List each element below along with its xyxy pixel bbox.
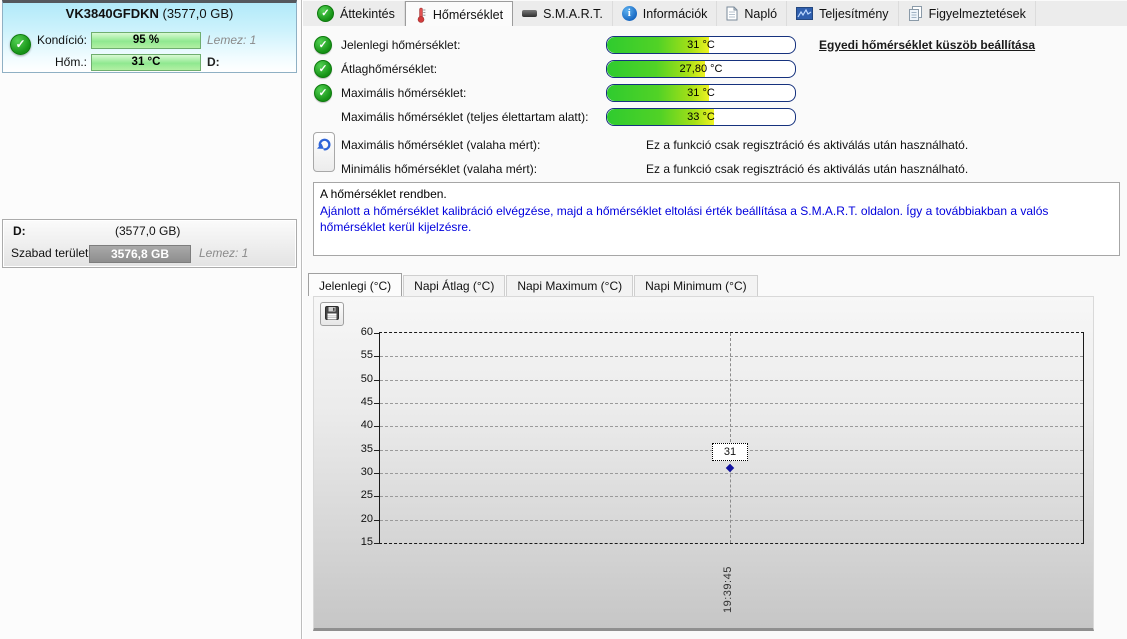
gridline xyxy=(380,380,1083,381)
tab-attekintes[interactable]: ✓ Áttekintés xyxy=(308,1,405,26)
sample-time-gridline xyxy=(730,333,731,543)
y-tick-label: 55 xyxy=(349,349,379,361)
hard-disk-sentinel-window: VK3840GFDKN (3577,0 GB) ✓ Kondíció: 95 %… xyxy=(0,0,1127,639)
save-chart-button[interactable] xyxy=(320,302,344,326)
free-space-bar: 3576,8 GB xyxy=(89,245,191,263)
green-check-icon: ✓ xyxy=(314,36,332,54)
partition-name: D: xyxy=(13,224,26,238)
green-check-icon: ✓ xyxy=(314,84,332,102)
tab-naplo[interactable]: Napló xyxy=(717,1,788,26)
custom-threshold-link[interactable]: Egyedi hőmérséklet küszöb beállítása xyxy=(819,38,1035,52)
floppy-disk-icon xyxy=(325,305,339,323)
y-tick-label: 20 xyxy=(349,513,379,525)
temp-value-bar: 31 °C xyxy=(606,84,796,102)
chart-plot-area: 60 55 50 45 40 35 30 25 20 15 31 19:39:4… xyxy=(361,326,1084,613)
gridline xyxy=(380,520,1083,521)
gridline xyxy=(380,496,1083,497)
temp-row-lifetime-max: Maximális hőmérséklet (teljes élettartam… xyxy=(303,108,1127,126)
main-content: ✓ Áttekintés Hőmérséklet S.M.A.R.T. i In… xyxy=(303,0,1127,639)
y-tick-label: 45 xyxy=(349,396,379,408)
y-tick-label: 50 xyxy=(349,373,379,385)
pages-icon xyxy=(908,6,923,21)
gridline xyxy=(380,403,1083,404)
drive-name: VK3840GFDKN xyxy=(65,6,159,21)
temperature-chart-panel: 60 55 50 45 40 35 30 25 20 15 31 19:39:4… xyxy=(313,296,1094,631)
locked-row-min-ever: Minimális hőmérséklet (valaha mért): Ez … xyxy=(341,162,969,176)
green-check-icon: ✓ xyxy=(314,60,332,78)
temperature-row: Hőm.: 31 °C D: xyxy=(3,54,296,71)
temp-value-bar: 27,80 °C xyxy=(606,60,796,78)
main-tabstrip: ✓ Áttekintés Hőmérséklet S.M.A.R.T. i In… xyxy=(303,1,1127,27)
hard-disk-icon xyxy=(522,10,538,17)
x-axis-time-label: 19:39:45 xyxy=(722,566,734,613)
document-icon xyxy=(726,6,738,21)
tab-figyelmeztetesek[interactable]: Figyelmeztetések xyxy=(899,1,1036,26)
chart-tab-jelenlegi[interactable]: Jelenlegi (°C) xyxy=(308,273,403,296)
drive-list-item-selected[interactable]: VK3840GFDKN (3577,0 GB) ✓ Kondíció: 95 %… xyxy=(2,0,297,73)
gridline xyxy=(380,473,1083,474)
performance-chart-icon xyxy=(796,7,814,20)
note-advice-text: Ajánlott a hőmérséklet kalibráció elvégz… xyxy=(320,203,1049,235)
temp-label: Hőm.: xyxy=(54,55,87,69)
temperature-note-box: A hőmérséklet rendben. Ajánlott a hőmérs… xyxy=(313,182,1120,256)
chart-tab-napi-atlag[interactable]: Napi Átlag (°C) xyxy=(403,275,506,296)
drive-size: (3577,0 GB) xyxy=(162,6,234,21)
thermometer-icon xyxy=(415,7,427,23)
y-tick-label: 35 xyxy=(349,443,379,455)
y-tick-label: 30 xyxy=(349,466,379,478)
condition-row: Kondíció: 95 % Lemez: 1 xyxy=(3,32,296,49)
chart-tab-napi-minimum[interactable]: Napi Minimum (°C) xyxy=(634,275,758,296)
partition-size: (3577,0 GB) xyxy=(115,224,181,238)
drive-list-sidebar: VK3840GFDKN (3577,0 GB) ✓ Kondíció: 95 %… xyxy=(0,0,302,639)
temp-row-max: ✓ Maximális hőmérséklet: 31 °C xyxy=(303,84,1127,102)
temperature-page: ✓ Jelenlegi hőmérséklet: 31 °C Egyedi hő… xyxy=(303,26,1127,639)
drive-letter-label: D: xyxy=(207,55,220,69)
temp-bar: 31 °C xyxy=(91,54,201,71)
tab-informaciok[interactable]: i Információk xyxy=(613,1,718,26)
y-tick-label: 15 xyxy=(349,536,379,548)
note-status-text: A hőmérséklet rendben. xyxy=(320,187,447,201)
data-point-label: 31 xyxy=(712,443,748,461)
free-space-label: Szabad terület xyxy=(11,246,89,260)
y-tick-label: 25 xyxy=(349,489,379,501)
chart-tab-napi-maximum[interactable]: Napi Maximum (°C) xyxy=(506,275,634,296)
partition-disk-number: Lemez: 1 xyxy=(199,246,249,260)
y-tick-label: 60 xyxy=(349,326,379,338)
drive-title: VK3840GFDKN (3577,0 GB) xyxy=(3,3,296,21)
disk-number-label: Lemez: 1 xyxy=(207,33,257,47)
tab-homerseklet[interactable]: Hőmérséklet xyxy=(404,1,514,27)
tab-smart[interactable]: S.M.A.R.T. xyxy=(513,1,613,26)
data-point xyxy=(725,463,735,473)
gridline xyxy=(380,356,1083,357)
y-tick-label: 40 xyxy=(349,419,379,431)
green-check-icon: ✓ xyxy=(317,5,334,22)
locked-row-max-ever: Maximális hőmérséklet (valaha mért): Ez … xyxy=(341,138,969,152)
condition-bar: 95 % xyxy=(91,32,201,49)
gridline xyxy=(380,426,1083,427)
condition-label: Kondíció: xyxy=(36,33,87,47)
info-icon: i xyxy=(621,6,637,21)
temp-value-bar: 33 °C xyxy=(606,108,796,126)
chart-tabstrip: Jelenlegi (°C) Napi Átlag (°C) Napi Maxi… xyxy=(308,272,759,296)
temp-value-bar: 31 °C xyxy=(606,36,796,54)
partition-list-item[interactable]: D: (3577,0 GB) Szabad terület 3576,8 GB … xyxy=(2,219,297,268)
tab-teljesitmeny[interactable]: Teljesítmény xyxy=(787,1,899,26)
temp-row-average: ✓ Átlaghőmérséklet: 27,80 °C xyxy=(303,60,1127,78)
